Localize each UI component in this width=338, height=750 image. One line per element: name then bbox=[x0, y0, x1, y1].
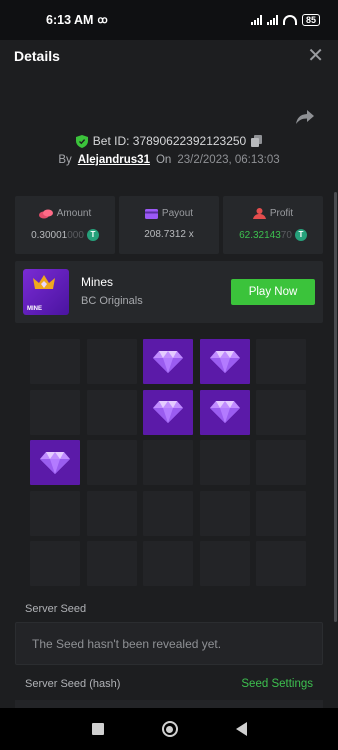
on-label: On bbox=[155, 154, 172, 166]
board-cell bbox=[86, 541, 137, 586]
game-thumbnail[interactable]: MINE bbox=[23, 269, 69, 315]
board-cell-gem bbox=[143, 339, 193, 384]
by-label: By bbox=[58, 154, 72, 166]
board-cell bbox=[256, 389, 306, 435]
signal-icon-2 bbox=[266, 15, 278, 25]
board-cell-gem bbox=[143, 389, 193, 435]
board-cell bbox=[256, 440, 306, 485]
server-seed-label: Server Seed bbox=[25, 603, 87, 615]
board-cell bbox=[199, 541, 250, 586]
details-content: Bet ID: 37890622392123250 By Alejandrus3… bbox=[0, 72, 338, 708]
gem-icon bbox=[209, 350, 240, 373]
profit-label: Profit bbox=[269, 208, 294, 219]
copy-icon[interactable] bbox=[251, 135, 263, 147]
board-cell-gem bbox=[199, 389, 250, 435]
details-header: Details ✕ bbox=[0, 40, 338, 72]
stat-amount: Amount 0.30001000 T bbox=[15, 196, 115, 254]
board-cell bbox=[86, 389, 137, 435]
gem-icon bbox=[40, 451, 70, 474]
usdt-icon: T bbox=[294, 229, 307, 241]
android-nav-bar bbox=[0, 708, 338, 750]
game-card: MINE Mines BC Originals Play Now bbox=[15, 261, 323, 323]
board-cell bbox=[30, 541, 80, 586]
signal-icon bbox=[250, 15, 262, 25]
board-cell bbox=[30, 490, 80, 536]
bet-datetime: 23/2/2023, 06:13:03 bbox=[177, 154, 280, 166]
card-icon bbox=[144, 208, 158, 219]
share-icon[interactable] bbox=[296, 110, 314, 124]
payout-value: 208.7312 x bbox=[144, 229, 194, 240]
status-time: 6:13 AM bbox=[46, 13, 94, 27]
recents-icon[interactable] bbox=[91, 723, 104, 735]
coins-icon bbox=[38, 209, 53, 218]
seed-settings-link[interactable]: Seed Settings bbox=[241, 678, 313, 690]
profit-value: 62.32143 bbox=[239, 229, 281, 241]
board-cell bbox=[86, 339, 137, 384]
board-cell-gem bbox=[30, 440, 80, 485]
amount-label: Amount bbox=[56, 208, 92, 219]
amount-value-trailing: 000 bbox=[67, 229, 84, 241]
bet-stats: Amount 0.30001000 T Payout 208.7312 x Pr… bbox=[15, 196, 323, 254]
payout-label: Payout bbox=[161, 208, 194, 219]
board-cell bbox=[143, 541, 193, 586]
board-cell bbox=[86, 440, 137, 485]
board-cell bbox=[199, 440, 250, 485]
status-bar: 6:13 AM ꝏ 85 bbox=[0, 0, 338, 40]
scrollbar[interactable] bbox=[334, 192, 337, 622]
server-seed-hash-field[interactable] bbox=[15, 700, 323, 708]
username-link[interactable]: Alejandrus31 bbox=[78, 154, 150, 166]
back-icon[interactable] bbox=[235, 722, 247, 736]
crown-gem-icon bbox=[33, 275, 55, 289]
board-cell-gem bbox=[199, 339, 250, 384]
board-cell bbox=[143, 440, 193, 485]
stat-payout: Payout 208.7312 x bbox=[119, 196, 219, 254]
stat-profit: Profit 62.3214370 T bbox=[223, 196, 323, 254]
mines-board bbox=[30, 339, 306, 586]
board-cell bbox=[30, 389, 80, 435]
server-seed-field[interactable]: The Seed hasn't been revealed yet. bbox=[15, 622, 323, 665]
wifi-icon bbox=[282, 15, 297, 25]
board-cell bbox=[30, 339, 80, 384]
voicemail-icon: ꝏ bbox=[97, 14, 108, 26]
board-cell bbox=[256, 339, 306, 384]
battery-indicator: 85 bbox=[301, 14, 320, 26]
close-icon[interactable]: ✕ bbox=[307, 46, 324, 66]
usdt-icon: T bbox=[86, 229, 99, 241]
profit-icon bbox=[252, 208, 266, 219]
bet-author-row: By Alejandrus31 On 23/2/2023, 06:13:03 bbox=[0, 154, 338, 166]
bet-id-row: Bet ID: 37890622392123250 bbox=[0, 134, 338, 148]
board-cell bbox=[256, 541, 306, 586]
server-seed-hash-label: Server Seed (hash) bbox=[25, 678, 121, 690]
board-cell bbox=[199, 490, 250, 536]
bet-id: Bet ID: 37890622392123250 bbox=[92, 134, 247, 148]
shield-icon bbox=[75, 134, 88, 148]
page-title: Details bbox=[14, 48, 60, 64]
server-seed-value: The Seed hasn't been revealed yet. bbox=[32, 636, 222, 651]
board-cell bbox=[256, 490, 306, 536]
home-icon[interactable] bbox=[161, 721, 178, 737]
play-now-button[interactable]: Play Now bbox=[231, 279, 315, 305]
gem-icon bbox=[153, 401, 183, 423]
profit-value-trailing: 70 bbox=[280, 229, 292, 241]
game-provider: BC Originals bbox=[81, 295, 143, 307]
board-cell bbox=[143, 490, 193, 536]
gem-icon bbox=[209, 401, 240, 423]
thumbnail-text: MINE bbox=[27, 306, 42, 312]
game-name: Mines bbox=[81, 275, 114, 289]
board-cell bbox=[86, 490, 137, 536]
amount-value: 0.30001 bbox=[31, 229, 68, 241]
gem-icon bbox=[153, 350, 183, 373]
